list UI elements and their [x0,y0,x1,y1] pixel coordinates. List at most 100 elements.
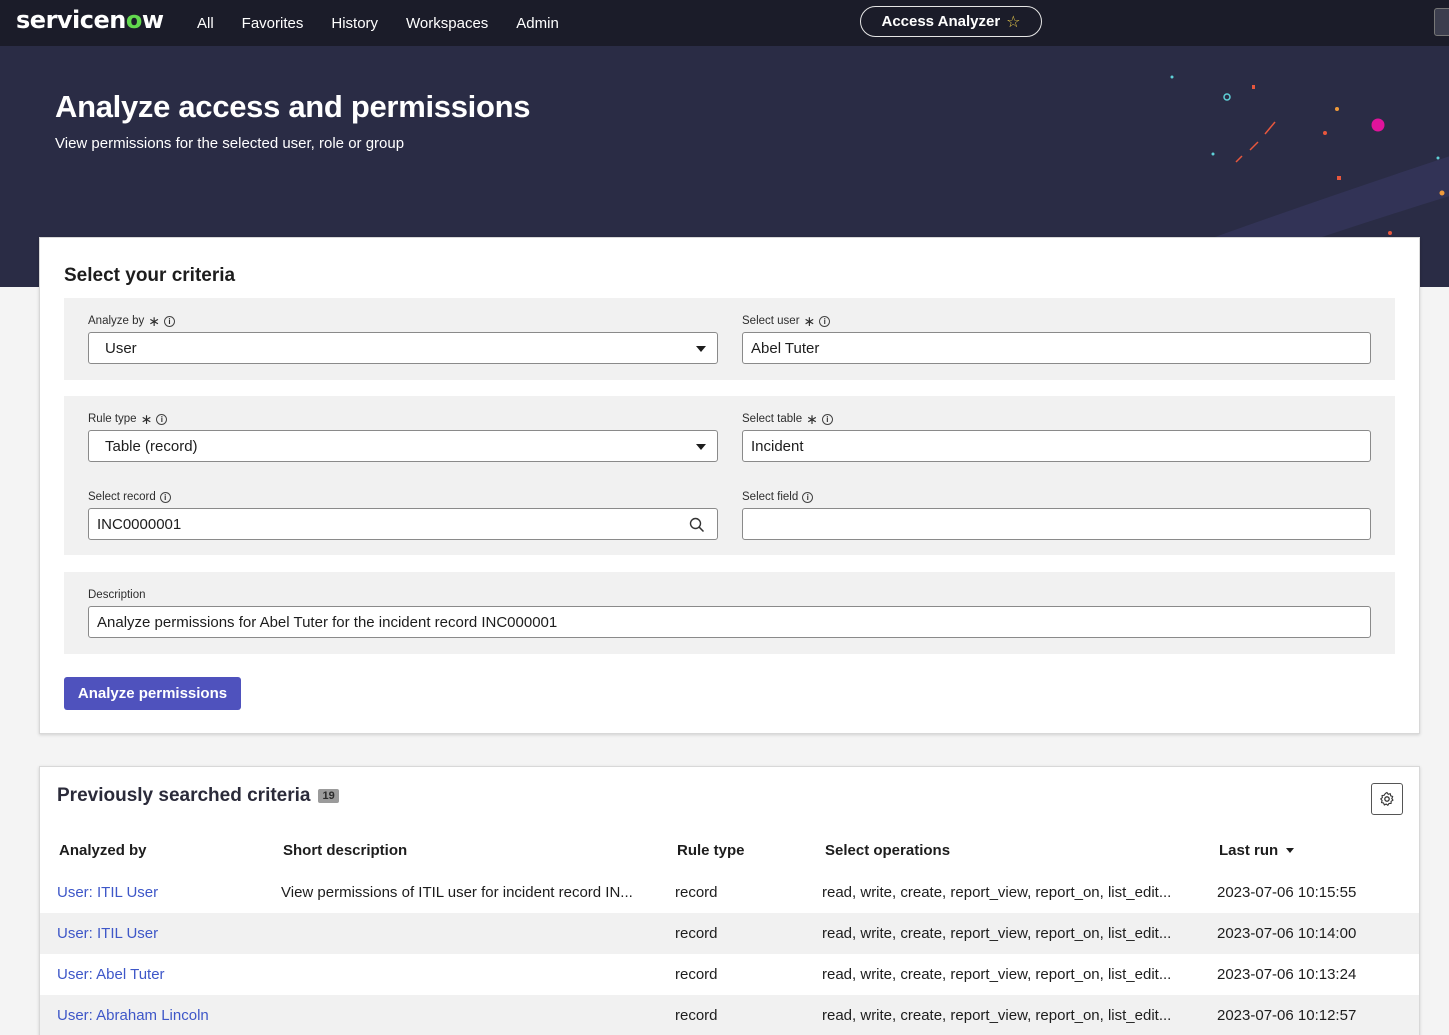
analyze-permissions-button[interactable]: Analyze permissions [64,677,241,710]
analyzed-by-link[interactable]: User: Abel Tuter [57,966,267,983]
nav-item-history[interactable]: History [331,15,378,32]
sort-descending-icon [1286,848,1295,853]
analyzed-by-link[interactable]: User: Abraham Lincoln [57,1007,267,1024]
top-nav: servicenow All Favorites History Workspa… [0,0,1449,46]
rule-type-label-text: Rule type [88,413,137,425]
description-value: Analyze permissions for Abel Tuter for t… [97,613,558,631]
rule-type-value: Table (record) [105,437,198,455]
select-field-label-text: Select field [742,491,799,503]
select-table-input[interactable]: Incident [742,430,1371,462]
nav-menu: All Favorites History Workspaces Admin [197,0,587,46]
nav-item-all[interactable]: All [197,15,214,32]
description-group: Description Analyze permissions for Abel… [64,572,1395,654]
analyze-by-value: User [105,339,137,357]
select-field-label: Select field i [742,491,814,503]
select-user-input[interactable]: Abel Tuter [742,332,1371,364]
required-asterisk-icon: ∗ [806,411,818,427]
select-user-label-text: Select user [742,315,800,327]
select-record-input[interactable]: INC0000001 [88,508,718,540]
page-title: Analyze access and permissions [55,89,531,124]
rule-type-select[interactable]: Table (record) [88,430,718,462]
last-run-cell: 2023-07-06 10:13:24 [1217,966,1357,983]
column-header-short-description[interactable]: Short description [283,842,407,859]
select-record-value: INC0000001 [97,515,182,533]
select-record-label-text: Select record [88,491,156,503]
required-asterisk-icon: ∗ [140,411,153,427]
select-field-input[interactable] [742,508,1371,540]
table-row[interactable]: User: Abraham Lincoln record read, write… [40,995,1419,1035]
select-user-label: Select user ∗ i [742,313,831,329]
previous-searches-card: Previously searched criteria 19 Analyzed… [39,766,1420,1035]
select-user-value: Abel Tuter [751,339,820,357]
operations-cell: read, write, create, report_view, report… [822,966,1172,983]
nav-item-favorites[interactable]: Favorites [242,15,304,32]
info-icon[interactable]: i [821,413,833,425]
table-row[interactable]: User: ITIL User View permissions of ITIL… [40,872,1419,913]
operations-cell: read, write, create, report_view, report… [822,1007,1172,1024]
servicenow-logo[interactable]: servicenow [16,6,164,34]
column-header-short-description-text: Short description [283,842,408,859]
rule-type-cell: record [675,925,718,942]
table-row[interactable]: User: ITIL User record read, write, crea… [40,913,1419,954]
info-icon[interactable]: i [159,491,171,503]
rule-type-label: Rule type ∗ i [88,411,168,427]
description-label-text: Description [88,589,146,601]
short-description-cell: View permissions of ITIL user for incide… [281,884,633,901]
page-subtitle: View permissions for the selected user, … [55,135,405,152]
app-context-label: Access Analyzer [881,13,1001,30]
rule-type-cell: record [675,966,718,983]
required-asterisk-icon: ∗ [803,313,816,329]
analyzed-by-link[interactable]: User: ITIL User [57,925,267,942]
column-header-select-operations-text: Select operations [825,842,951,859]
description-label: Description [88,589,146,601]
info-icon[interactable]: i [819,315,831,327]
rule-type-group: Rule type ∗ i Table (record) Select tabl… [64,396,1395,555]
table-row[interactable]: User: Abel Tuter record read, write, cre… [40,954,1419,995]
column-header-select-operations[interactable]: Select operations [825,842,950,859]
nav-item-admin[interactable]: Admin [516,15,559,32]
analyze-by-select[interactable]: User [88,332,718,364]
last-run-cell: 2023-07-06 10:12:57 [1217,1007,1357,1024]
criteria-card: Select your criteria Analyze by ∗ i User… [39,237,1420,734]
select-table-label: Select table ∗ i [742,411,833,427]
operations-cell: read, write, create, report_view, report… [822,884,1172,901]
description-input[interactable]: Analyze permissions for Abel Tuter for t… [88,606,1371,638]
info-icon[interactable]: i [156,413,168,425]
search-icon[interactable] [689,517,705,533]
select-table-label-text: Select table [742,413,803,425]
analyze-by-label: Analyze by ∗ i [88,313,175,329]
favorite-star-icon[interactable]: ☆ [1006,12,1020,32]
nav-item-workspaces[interactable]: Workspaces [406,15,488,32]
column-header-rule-type[interactable]: Rule type [677,842,745,859]
chevron-down-icon [696,346,706,352]
rule-type-cell: record [675,1007,718,1024]
column-header-last-run-text: Last run [1219,842,1279,859]
column-header-analyzed-by-text: Analyzed by [59,842,147,859]
column-header-last-run[interactable]: Last run [1219,842,1295,859]
app-context-pill[interactable]: Access Analyzer ☆ [860,6,1042,37]
select-table-value: Incident [751,437,804,455]
criteria-title: Select your criteria [64,265,236,286]
info-icon[interactable]: i [802,491,814,503]
analyze-by-label-text: Analyze by [88,315,145,327]
last-run-cell: 2023-07-06 10:14:00 [1217,925,1357,942]
operations-cell: read, write, create, report_view, report… [822,925,1172,942]
analyzed-by-link[interactable]: User: ITIL User [57,884,267,901]
rule-type-cell: record [675,884,718,901]
column-header-analyzed-by[interactable]: Analyzed by [59,842,147,859]
previous-searches-title: Previously searched criteria 19 [57,785,339,807]
list-settings-button[interactable] [1371,783,1403,815]
analyze-by-group: Analyze by ∗ i User Select user ∗ i Abel… [64,298,1395,380]
global-search-button[interactable] [1434,8,1449,36]
chevron-down-icon [696,444,706,450]
column-header-rule-type-text: Rule type [677,842,745,859]
last-run-cell: 2023-07-06 10:15:55 [1217,884,1357,901]
info-icon[interactable]: i [164,315,175,327]
select-record-label: Select record i [88,491,171,503]
logo-text-o: o [125,6,143,34]
logo-text-prefix: servicen [16,6,126,34]
count-badge: 19 [318,789,339,803]
logo-text-suffix: w [141,6,164,34]
required-asterisk-icon: ∗ [148,313,160,329]
previous-searches-title-text: Previously searched criteria [57,785,311,806]
